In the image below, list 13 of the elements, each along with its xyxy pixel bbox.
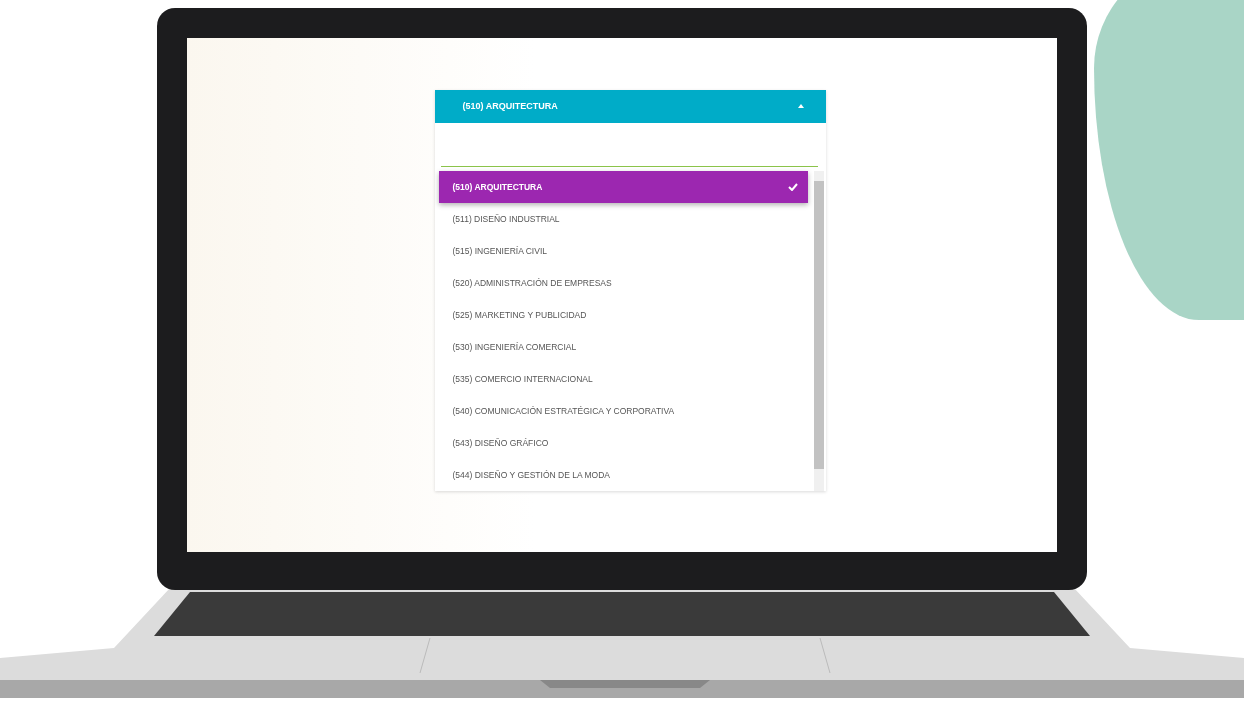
caret-up-icon <box>797 104 804 109</box>
option-item[interactable]: (525) MARKETING Y PUBLICIDAD <box>438 299 808 331</box>
check-icon <box>787 183 798 191</box>
option-item[interactable]: (515) INGENIERÍA CIVIL <box>438 235 808 267</box>
option-item[interactable]: (520) ADMINISTRACIÓN DE EMPRESAS <box>438 267 808 299</box>
option-item[interactable]: (544) DISEÑO Y GESTIÓN DE LA MODA <box>438 459 808 491</box>
scrollbar[interactable] <box>813 171 824 491</box>
option-item[interactable]: (535) COMERCIO INTERNACIONAL <box>438 363 808 395</box>
option-item[interactable]: (530) INGENIERÍA COMERCIAL <box>438 331 808 363</box>
option-item[interactable]: (511) DISEÑO INDUSTRIAL <box>438 203 808 235</box>
option-item[interactable]: (510) ARQUITECTURA <box>438 171 808 203</box>
option-item[interactable]: (540) COMUNICACIÓN ESTRATÉGICA Y CORPORATIVA <box>438 395 808 427</box>
option-item[interactable]: (543) DISEÑO GRÁFICO <box>438 427 808 459</box>
